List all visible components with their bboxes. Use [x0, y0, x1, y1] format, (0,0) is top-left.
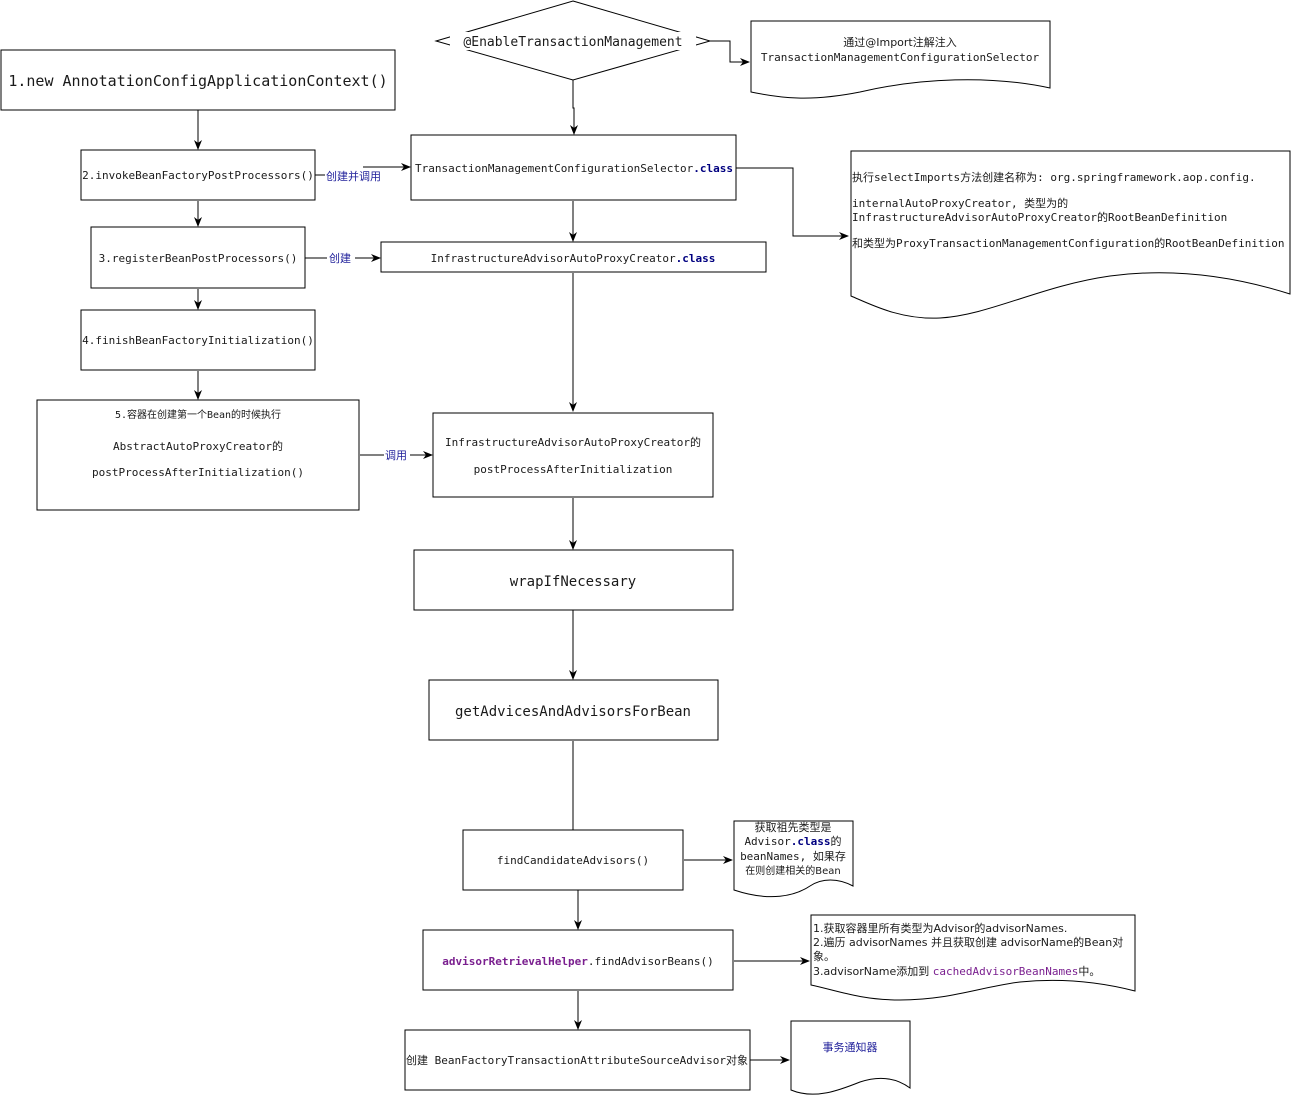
step5-line2: AbstractAutoProxyCreator的	[113, 439, 283, 453]
note-import-line2: TransactionManagementConfigurationSelect…	[761, 51, 1040, 64]
creator-class-node[interactable]: InfrastructureAdvisorAutoProxyCreator.cl…	[380, 241, 767, 273]
post-process-line1: InfrastructureAdvisorAutoProxyCreator的	[445, 435, 701, 449]
step2-invoke-bfpp[interactable]: 2.invokeBeanFactoryPostProcessors()	[80, 149, 316, 201]
edge-selector-to-note	[736, 167, 849, 240]
edge-decision-to-import-note	[710, 40, 750, 66]
selector-class-node[interactable]: TransactionManagementConfigurationSelect…	[410, 134, 737, 201]
note-tx-advisor-label: 事务通知器	[823, 1040, 878, 1054]
step1-new-context[interactable]: 1.new AnnotationConfigApplicationContext…	[0, 49, 396, 111]
find-beans-label: advisorRetrievalHelper.findAdvisorBeans(…	[442, 955, 714, 968]
note-select-imports-line3: InfrastructureAdvisorAutoProxyCreator的Ro…	[852, 210, 1227, 224]
edge-decision-to-selector	[570, 80, 578, 135]
step4-finish-bf-init[interactable]: 4.finishBeanFactoryInitialization()	[80, 309, 316, 371]
step5-post-process[interactable]: 5.容器在创建第一个Bean的时候执行 AbstractAutoProxyCre…	[36, 399, 360, 511]
note-ancestor-line1: 获取祖先类型是	[755, 820, 832, 834]
create-advisor-node[interactable]: 创建 BeanFactoryTransactionAttributeSource…	[404, 1029, 751, 1091]
get-advices-label: getAdvicesAndAdvisorsForBean	[455, 704, 691, 720]
note-advisor-names-line1: 1.获取容器里所有类型为Advisor的advisorNames.	[813, 921, 1067, 935]
wrap-if-necessary-node[interactable]: wrapIfNecessary	[413, 549, 734, 611]
edge-label-create-and-invoke: 创建并调用	[326, 169, 381, 183]
note-ancestor-line4: 在则创建相关的Bean	[745, 864, 840, 877]
note-select-imports-line1: 执行selectImports方法创建名称为: org.springframew…	[852, 170, 1256, 184]
find-candidate-advisors-node[interactable]: findCandidateAdvisors()	[462, 829, 684, 891]
note-select-imports-line2: internalAutoProxyCreator, 类型为的	[852, 196, 1068, 210]
flowchart-canvas: 创建并调用 创建 调用 @EnableTransactionManagement…	[0, 0, 1291, 1095]
decision-enable-transaction-management[interactable]: @EnableTransactionManagement	[434, 0, 712, 81]
decision-label: @EnableTransactionManagement	[463, 35, 682, 50]
note-advisor-names-line2: 2.遍历 advisorNames 并且获取创建 advisorName的Bea…	[813, 935, 1123, 949]
note-ancestor-line3: beanNames, 如果存	[740, 849, 846, 863]
post-process-after-init-node[interactable]: InfrastructureAdvisorAutoProxyCreator的 p…	[432, 412, 714, 498]
find-candidates-label: findCandidateAdvisors()	[497, 854, 649, 867]
step1-label: 1.new AnnotationConfigApplicationContext…	[8, 72, 387, 90]
note-ancestor-line2: Advisor.class的	[744, 834, 841, 848]
edge-label-create: 创建	[329, 251, 351, 265]
step3-label: 3.registerBeanPostProcessors()	[99, 252, 298, 265]
find-advisor-beans-node[interactable]: advisorRetrievalHelper.findAdvisorBeans(…	[422, 929, 734, 991]
note-ancestor-advisor[interactable]: 获取祖先类型是 Advisor.class的 beanNames, 如果存 在则…	[733, 820, 854, 898]
note-advisor-names-line4: 3.advisorName添加到 cachedAdvisorBeanNames中…	[813, 964, 1100, 978]
post-process-line2: postProcessAfterInitialization	[474, 463, 673, 476]
step4-label: 4.finishBeanFactoryInitialization()	[82, 334, 314, 347]
wrap-label: wrapIfNecessary	[510, 574, 636, 590]
step2-label: 2.invokeBeanFactoryPostProcessors()	[82, 169, 314, 182]
note-transaction-advisor[interactable]: 事务通知器	[790, 1020, 911, 1095]
step5-line1: 5.容器在创建第一个Bean的时候执行	[115, 408, 281, 421]
get-advices-node[interactable]: getAdvicesAndAdvisorsForBean	[428, 679, 719, 741]
creator-label: InfrastructureAdvisorAutoProxyCreator.cl…	[431, 252, 716, 265]
note-import-selector[interactable]: 通过@Import注解注入 TransactionManagementConfi…	[750, 20, 1051, 99]
note-select-imports-line4: 和类型为ProxyTransactionManagementConfigurat…	[852, 236, 1285, 250]
note-import-line1: 通过@Import注解注入	[843, 35, 957, 49]
create-advisor-label: 创建 BeanFactoryTransactionAttributeSource…	[406, 1053, 748, 1067]
selector-label: TransactionManagementConfigurationSelect…	[415, 162, 733, 175]
step5-line3: postProcessAfterInitialization()	[92, 466, 304, 479]
note-select-imports[interactable]: 执行selectImports方法创建名称为: org.springframew…	[850, 150, 1291, 319]
step3-register-bpp[interactable]: 3.registerBeanPostProcessors()	[90, 226, 306, 289]
edge-label-invoke: 调用	[385, 449, 407, 462]
note-advisor-names[interactable]: 1.获取容器里所有类型为Advisor的advisorNames. 2.遍历 a…	[810, 914, 1136, 1001]
note-advisor-names-line3: 象。	[813, 950, 835, 963]
